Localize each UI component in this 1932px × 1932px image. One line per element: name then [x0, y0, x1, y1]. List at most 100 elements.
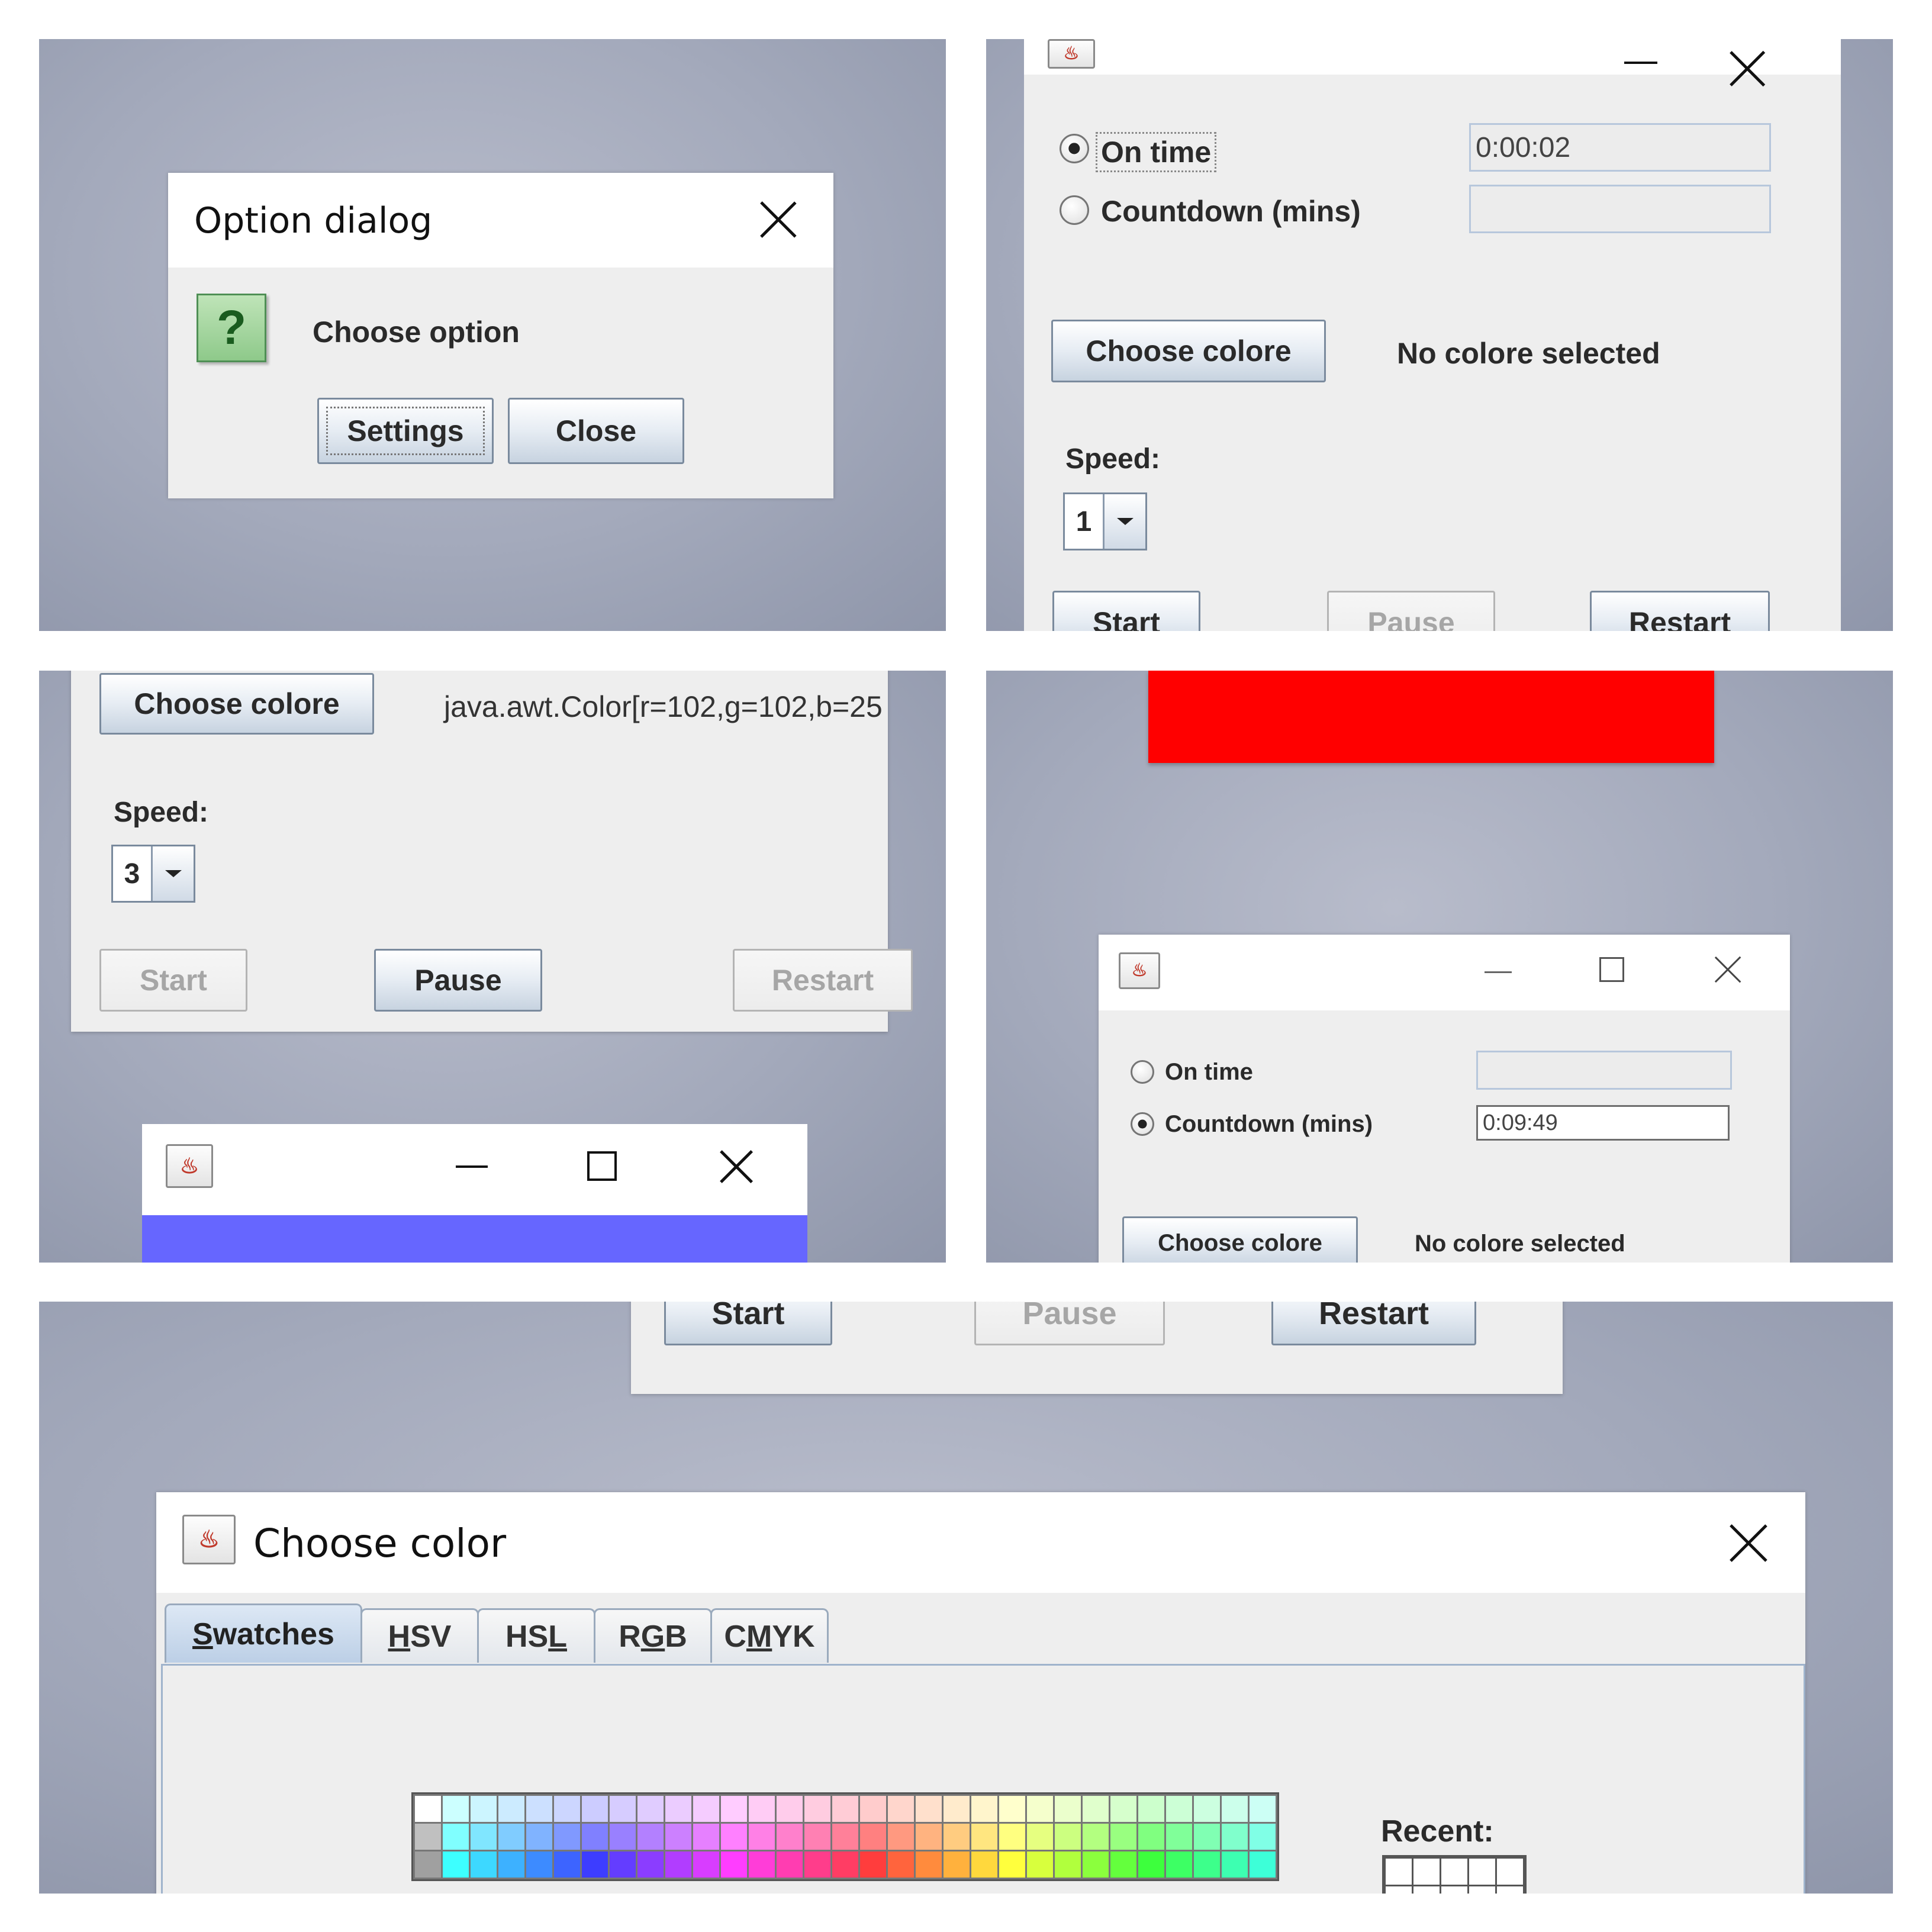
swatch-cell[interactable]	[804, 1824, 830, 1850]
on-time-radio[interactable]	[1060, 134, 1089, 163]
swatch-cell[interactable]	[526, 1852, 552, 1878]
swatch-cell[interactable]	[1138, 1852, 1164, 1878]
swatch-cell[interactable]	[804, 1796, 830, 1822]
recent-swatch-cell[interactable]	[1413, 1859, 1440, 1885]
swatch-cell[interactable]	[1138, 1796, 1164, 1822]
swatch-cell[interactable]	[999, 1852, 1025, 1878]
swatch-cell[interactable]	[1166, 1796, 1192, 1822]
on-time-label[interactable]: On time	[1165, 1059, 1253, 1086]
restart-button[interactable]: Restart	[1590, 591, 1770, 631]
swatch-cell[interactable]	[1222, 1796, 1248, 1822]
recent-swatch-cell[interactable]	[1497, 1886, 1523, 1894]
recent-swatch-cell[interactable]	[1386, 1859, 1412, 1885]
swatch-cell[interactable]	[1222, 1852, 1248, 1878]
choose-color-button[interactable]: Choose colore	[99, 673, 374, 735]
swatch-cell[interactable]	[582, 1796, 608, 1822]
countdown-radio[interactable]	[1131, 1112, 1154, 1136]
countdown-label[interactable]: Countdown (mins)	[1165, 1111, 1373, 1138]
swatch-cell[interactable]	[1138, 1824, 1164, 1850]
swatch-cell[interactable]	[999, 1824, 1025, 1850]
recent-swatch-cell[interactable]	[1469, 1859, 1495, 1885]
on-time-label[interactable]: On time	[1095, 132, 1217, 172]
swatch-cell[interactable]	[1110, 1824, 1136, 1850]
swatch-cell[interactable]	[1194, 1796, 1220, 1822]
swatch-cell[interactable]	[916, 1796, 942, 1822]
close-button[interactable]: Close	[508, 398, 684, 464]
swatch-cell[interactable]	[721, 1852, 747, 1878]
swatch-cell[interactable]	[1083, 1852, 1109, 1878]
swatch-cell[interactable]	[554, 1796, 580, 1822]
maximize-icon[interactable]	[587, 1151, 617, 1181]
swatch-cell[interactable]	[1110, 1796, 1136, 1822]
swatch-cell[interactable]	[860, 1796, 886, 1822]
swatch-cell[interactable]	[637, 1796, 664, 1822]
swatch-cell[interactable]	[971, 1852, 997, 1878]
tab-cmyk[interactable]: C M YK	[710, 1608, 829, 1663]
swatch-cell[interactable]	[860, 1852, 886, 1878]
swatch-cell[interactable]	[888, 1796, 914, 1822]
swatch-cell[interactable]	[554, 1824, 580, 1850]
swatch-cell[interactable]	[1055, 1796, 1081, 1822]
recent-swatch-cell[interactable]	[1441, 1859, 1467, 1885]
countdown-field[interactable]: 0:09:49	[1476, 1105, 1730, 1141]
swatch-cell[interactable]	[471, 1824, 497, 1850]
swatch-cell[interactable]	[944, 1852, 970, 1878]
swatch-cell[interactable]	[777, 1824, 803, 1850]
swatch-cell[interactable]	[832, 1852, 858, 1878]
swatch-cell[interactable]	[582, 1852, 608, 1878]
swatch-cell[interactable]	[888, 1852, 914, 1878]
swatch-cell[interactable]	[1110, 1852, 1136, 1878]
swatch-cell[interactable]	[860, 1824, 886, 1850]
swatch-cell[interactable]	[1194, 1824, 1220, 1850]
swatch-cell[interactable]	[1083, 1824, 1109, 1850]
recent-swatch-cell[interactable]	[1469, 1886, 1495, 1894]
swatch-cell[interactable]	[471, 1852, 497, 1878]
swatch-cell[interactable]	[554, 1852, 580, 1878]
swatch-cell[interactable]	[971, 1824, 997, 1850]
swatch-cell[interactable]	[749, 1852, 775, 1878]
swatch-cell[interactable]	[1166, 1824, 1192, 1850]
chevron-down-icon[interactable]	[1103, 494, 1145, 549]
swatch-cell[interactable]	[693, 1852, 719, 1878]
swatch-cell[interactable]	[582, 1824, 608, 1850]
swatch-cell[interactable]	[415, 1796, 441, 1822]
swatch-cell[interactable]	[1083, 1796, 1109, 1822]
swatch-cell[interactable]	[916, 1824, 942, 1850]
recent-swatch-cell[interactable]	[1441, 1886, 1467, 1894]
swatch-cell[interactable]	[1222, 1824, 1248, 1850]
swatch-cell[interactable]	[1027, 1796, 1053, 1822]
close-icon[interactable]	[761, 202, 796, 237]
swatch-cell[interactable]	[749, 1824, 775, 1850]
speed-combo[interactable]: 1	[1063, 492, 1147, 550]
swatch-cell[interactable]	[1250, 1852, 1276, 1878]
swatch-cell[interactable]	[777, 1852, 803, 1878]
swatch-cell[interactable]	[1250, 1824, 1276, 1850]
tab-rgb[interactable]: RGB	[594, 1608, 712, 1663]
maximize-icon[interactable]	[1599, 957, 1624, 982]
swatch-cell[interactable]	[637, 1852, 664, 1878]
swatch-cell[interactable]	[1027, 1824, 1053, 1850]
swatch-cell[interactable]	[1194, 1852, 1220, 1878]
on-time-field[interactable]	[1476, 1051, 1732, 1090]
pause-button[interactable]: Pause	[1327, 591, 1495, 631]
swatch-cell[interactable]	[944, 1796, 970, 1822]
swatch-cell[interactable]	[526, 1796, 552, 1822]
tab-hsl[interactable]: HS L	[477, 1608, 595, 1663]
on-time-radio[interactable]	[1131, 1060, 1154, 1084]
minimize-icon[interactable]	[1624, 62, 1657, 64]
swatch-cell[interactable]	[971, 1796, 997, 1822]
countdown-radio[interactable]	[1060, 195, 1089, 225]
swatch-cell[interactable]	[1166, 1852, 1192, 1878]
swatch-cell[interactable]	[498, 1796, 524, 1822]
settings-button[interactable]: Settings	[317, 398, 494, 464]
swatch-cell[interactable]	[888, 1824, 914, 1850]
swatch-cell[interactable]	[610, 1824, 636, 1850]
swatch-cell[interactable]	[665, 1852, 691, 1878]
swatch-cell[interactable]	[944, 1824, 970, 1850]
swatch-cell[interactable]	[665, 1796, 691, 1822]
swatch-cell[interactable]	[498, 1824, 524, 1850]
swatch-cell[interactable]	[443, 1824, 469, 1850]
swatch-cell[interactable]	[1055, 1852, 1081, 1878]
swatch-cell[interactable]	[498, 1852, 524, 1878]
on-time-field[interactable]: 0:00:02	[1469, 123, 1771, 172]
